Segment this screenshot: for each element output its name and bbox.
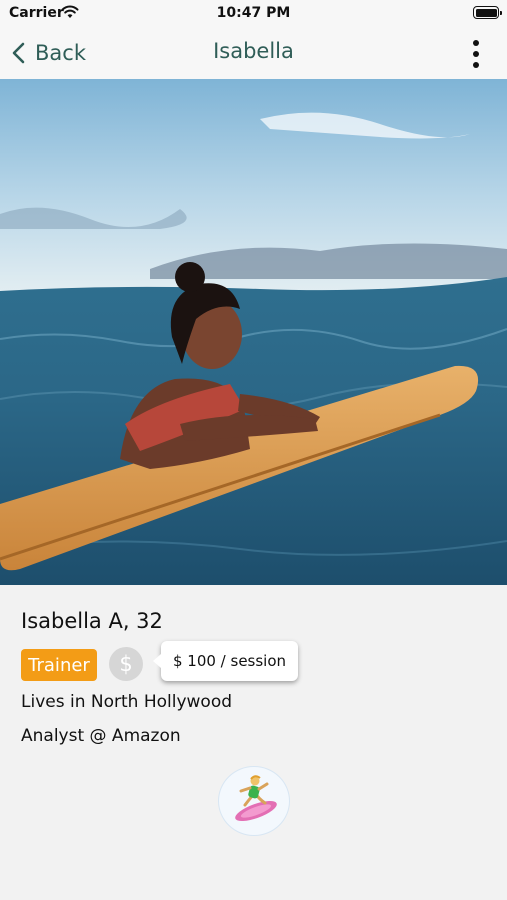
role-badge: Trainer xyxy=(21,649,97,681)
activity-button[interactable] xyxy=(218,766,290,836)
surfer-icon xyxy=(235,775,277,821)
more-vertical-icon xyxy=(473,40,479,46)
job-text: Analyst @ Amazon xyxy=(21,726,181,746)
navigation-bar: Back Isabella xyxy=(0,28,507,79)
location-text: Lives in North Hollywood xyxy=(21,692,233,712)
page-title: Isabella xyxy=(213,39,294,63)
dollar-icon[interactable]: $ xyxy=(109,647,143,681)
profile-name: Isabella A, 32 xyxy=(21,609,163,633)
status-bar: Carrier 10:47 PM xyxy=(0,0,507,28)
battery-icon xyxy=(473,6,502,19)
price-tooltip: $ 100 / session xyxy=(153,641,298,681)
clock: 10:47 PM xyxy=(216,5,291,21)
more-options-button[interactable] xyxy=(471,39,481,69)
tooltip-arrow xyxy=(153,654,161,668)
price-label: $ 100 / session xyxy=(172,652,287,670)
profile-photo[interactable] xyxy=(0,79,507,585)
